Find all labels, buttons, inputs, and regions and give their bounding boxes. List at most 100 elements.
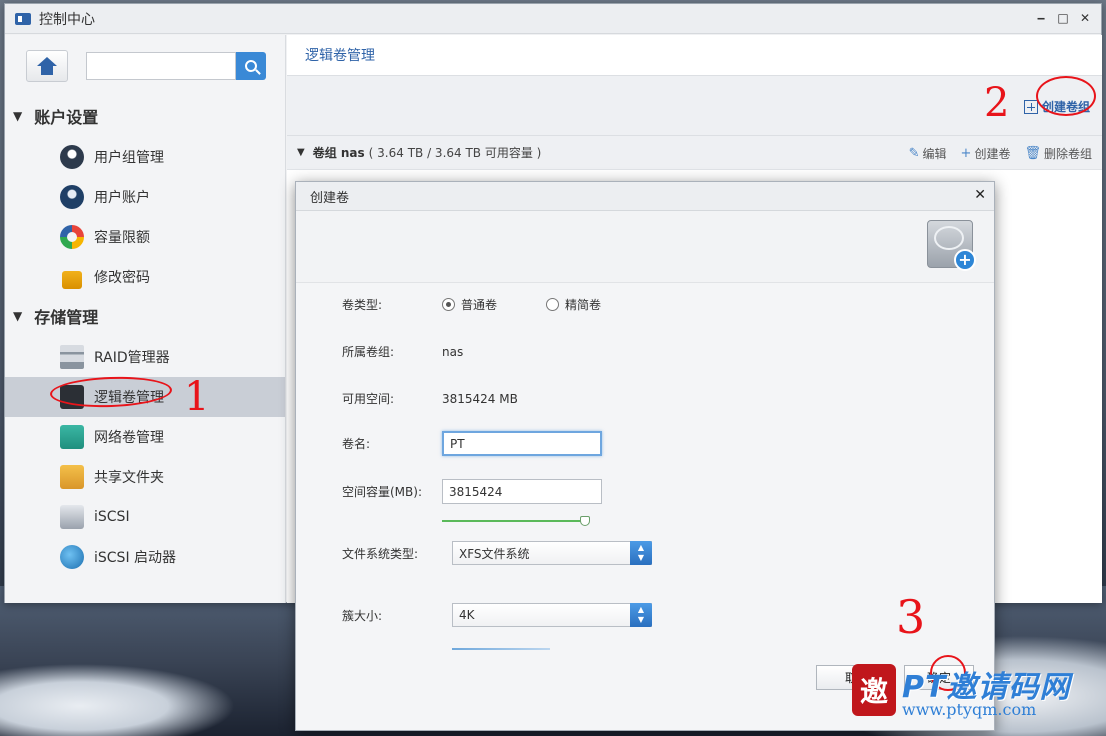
user-account-icon bbox=[60, 185, 84, 209]
delete-group-button[interactable]: 🗑 删除卷组 bbox=[1024, 145, 1092, 162]
add-icon: + bbox=[954, 249, 976, 271]
radio-normal-volume[interactable]: 普通卷 bbox=[442, 296, 546, 313]
network-volume-icon bbox=[60, 425, 84, 449]
edit-button[interactable]: ✎ 编辑 bbox=[909, 145, 947, 162]
create-volume-label: 创建卷 bbox=[974, 147, 1011, 161]
volume-type-row: 卷类型: 普通卷 精简卷 bbox=[342, 296, 601, 313]
dialog-titlebar: 创建卷 ✕ bbox=[296, 182, 994, 211]
slider-track bbox=[442, 520, 586, 522]
sidebar-item-label: 容量限额 bbox=[94, 230, 150, 246]
section-storage-management[interactable]: ▼ 存储管理 bbox=[5, 305, 98, 327]
annotation-number-2: 2 bbox=[984, 80, 1010, 126]
volume-size-input[interactable]: 3815424 bbox=[442, 479, 602, 504]
sidebar-item-user-accounts[interactable]: 用户账户 bbox=[5, 177, 285, 217]
section-account-settings[interactable]: ▼ 账户设置 bbox=[5, 105, 98, 127]
plus-icon: + bbox=[960, 146, 972, 161]
sidebar-item-label: 网络卷管理 bbox=[94, 430, 164, 446]
progress-line bbox=[452, 648, 550, 650]
annotation-circle-2 bbox=[1036, 76, 1096, 116]
sidebar-item-iscsi[interactable]: iSCSI bbox=[5, 497, 285, 537]
iscsi-initiator-icon bbox=[60, 545, 84, 569]
sidebar-item-label: iSCSI bbox=[94, 509, 130, 525]
user-group-icon bbox=[60, 145, 84, 169]
volume-size-row: 空间容量(MB): 3815424 bbox=[342, 479, 602, 504]
volume-group-actions: ✎ 编辑 + 创建卷 🗑 删除卷组 bbox=[909, 145, 1092, 162]
search-box bbox=[86, 52, 266, 80]
collapse-triangle-icon: ▼ bbox=[13, 309, 23, 323]
raid-icon bbox=[60, 345, 84, 369]
sidebar-item-label: iSCSI 启动器 bbox=[94, 550, 177, 566]
dialog-title: 创建卷 bbox=[310, 190, 350, 206]
create-volume-dialog: 创建卷 ✕ + 卷类型: 普通卷 精简卷 所属卷组: nas 可用空间: 381… bbox=[295, 181, 995, 731]
window-titlebar: 控制中心 ‒ □ ✕ bbox=[5, 4, 1101, 34]
volume-group-capacity: ( 3.64 TB / 3.64 TB 可用容量 ) bbox=[368, 146, 542, 160]
maximize-button[interactable]: □ bbox=[1057, 11, 1069, 25]
sidebar-item-change-password[interactable]: 修改密码 bbox=[5, 257, 285, 297]
group-label: 所属卷组: bbox=[342, 345, 395, 359]
volume-group-field-row: 所属卷组: nas bbox=[342, 343, 463, 360]
quota-icon bbox=[60, 225, 84, 249]
minimize-button[interactable]: ‒ bbox=[1035, 11, 1047, 25]
radio-selected-icon bbox=[442, 298, 455, 311]
sidebar-item-label: 用户账户 bbox=[94, 190, 150, 206]
radio-thin-volume[interactable]: 精简卷 bbox=[546, 296, 601, 313]
plus-icon bbox=[1023, 99, 1038, 114]
radio-unselected-icon bbox=[546, 298, 559, 311]
create-volume-button[interactable]: + 创建卷 bbox=[961, 145, 1011, 162]
section-label: 存储管理 bbox=[34, 308, 99, 327]
free-space-value: 3815424 MB bbox=[442, 391, 518, 406]
volume-name-row: 卷名: PT bbox=[342, 431, 602, 456]
volume-size-slider[interactable] bbox=[442, 516, 590, 526]
sidebar-item-label: RAID管理器 bbox=[94, 350, 170, 366]
search-button[interactable] bbox=[236, 52, 266, 80]
annotation-number-1: 1 bbox=[184, 374, 210, 420]
volume-size-label: 空间容量(MB): bbox=[342, 485, 422, 499]
filesystem-label: 文件系统类型: bbox=[342, 546, 419, 561]
volume-group-name: 卷组 nas bbox=[312, 146, 365, 160]
volume-type-label: 卷类型: bbox=[342, 298, 383, 312]
sidebar-item-user-groups[interactable]: 用户组管理 bbox=[5, 137, 285, 177]
iscsi-icon bbox=[60, 505, 84, 529]
sidebar-item-iscsi-initiator[interactable]: iSCSI 启动器 bbox=[5, 537, 285, 577]
section-label: 账户设置 bbox=[34, 108, 99, 127]
home-icon bbox=[37, 57, 57, 75]
volume-name-input[interactable]: PT bbox=[442, 431, 602, 456]
search-icon bbox=[245, 60, 257, 72]
collapse-triangle-icon[interactable]: ▼ bbox=[297, 147, 305, 158]
volume-group-row[interactable]: ▼ 卷组 nas ( 3.64 TB / 3.64 TB 可用容量 ) ✎ 编辑 … bbox=[287, 136, 1102, 170]
collapse-triangle-icon: ▼ bbox=[13, 109, 23, 123]
search-input[interactable] bbox=[86, 52, 236, 80]
cluster-size-label: 簇大小: bbox=[342, 608, 383, 623]
trash-icon: 🗑 bbox=[1024, 146, 1041, 161]
window-controls: ‒ □ ✕ bbox=[1035, 11, 1091, 25]
cluster-size-value: 4K bbox=[459, 608, 475, 622]
control-center-icon bbox=[15, 12, 31, 25]
window-title: 控制中心 bbox=[39, 11, 95, 28]
pencil-icon: ✎ bbox=[908, 146, 920, 161]
close-icon[interactable]: ✕ bbox=[974, 187, 986, 203]
group-value: nas bbox=[442, 344, 464, 359]
sidebar-item-shared-folders[interactable]: 共享文件夹 bbox=[5, 457, 285, 497]
toolbar: 创建卷组 bbox=[287, 76, 1102, 136]
sidebar-item-label: 用户组管理 bbox=[94, 150, 164, 166]
cluster-size-select[interactable]: 4K ▲ ▼ bbox=[452, 603, 652, 627]
sidebar-item-network-volume[interactable]: 网络卷管理 bbox=[5, 417, 285, 457]
filesystem-value: XFS文件系统 bbox=[459, 546, 530, 561]
sidebar-item-quota[interactable]: 容量限额 bbox=[5, 217, 285, 257]
filesystem-row: 文件系统类型: XFS文件系统 ▲ ▼ bbox=[342, 541, 652, 565]
close-window-button[interactable]: ✕ bbox=[1079, 11, 1091, 25]
updown-arrow-icon: ▲ ▼ bbox=[630, 541, 652, 565]
delete-group-label: 删除卷组 bbox=[1043, 147, 1092, 161]
add-disk-icon: + bbox=[927, 220, 976, 271]
lock-icon bbox=[62, 271, 82, 289]
filesystem-select[interactable]: XFS文件系统 ▲ ▼ bbox=[452, 541, 652, 565]
watermark-seal-logo: 邀 bbox=[852, 664, 896, 716]
updown-arrow-icon: ▲ ▼ bbox=[630, 603, 652, 627]
edit-label: 编辑 bbox=[922, 147, 947, 161]
sidebar-item-label: 修改密码 bbox=[94, 270, 150, 286]
watermark-url: www.ptyqm.com bbox=[902, 700, 1037, 719]
home-button[interactable] bbox=[26, 50, 68, 82]
slider-thumb[interactable] bbox=[580, 516, 590, 526]
volume-name-label: 卷名: bbox=[342, 437, 371, 451]
sidebar-item-raid[interactable]: RAID管理器 bbox=[5, 337, 285, 377]
